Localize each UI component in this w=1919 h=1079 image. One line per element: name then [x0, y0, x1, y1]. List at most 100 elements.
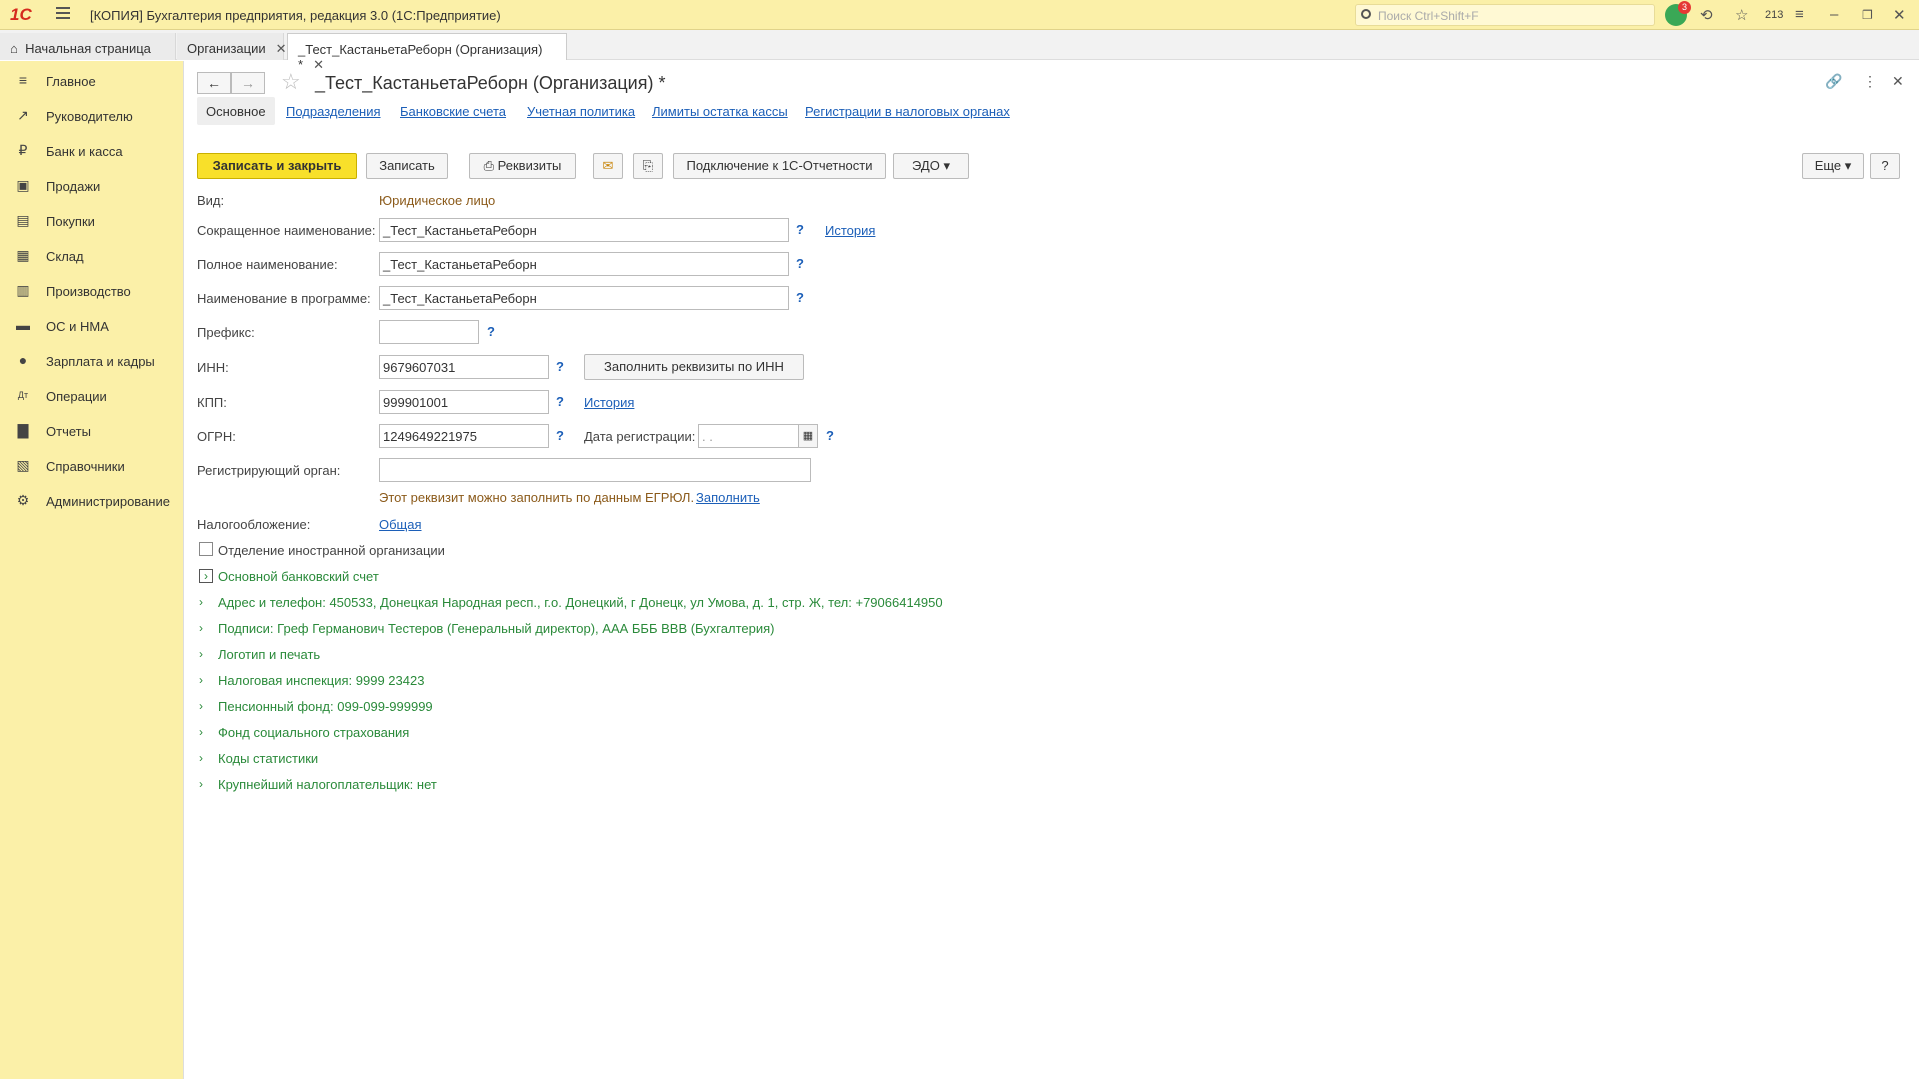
group-largest-taxpayer[interactable]: Крупнейший налогоплательщик: нет: [218, 777, 437, 792]
email-button[interactable]: ✉: [593, 153, 623, 179]
egrul-fill-link[interactable]: Заполнить: [696, 490, 760, 505]
save-button[interactable]: Записать: [366, 153, 448, 179]
sidebar-item-main[interactable]: ≡ Главное: [0, 66, 184, 96]
main-menu-icon[interactable]: [56, 7, 70, 19]
tab-organization-form[interactable]: _Тест_КастаньетаРеборн (Организация) * ✕: [287, 33, 567, 72]
tab-departments[interactable]: Подразделения: [286, 97, 381, 125]
help-icon[interactable]: ?: [556, 428, 564, 443]
program-name-field[interactable]: _Тест_КастаньетаРеборн: [379, 286, 789, 310]
expand-icon[interactable]: ›: [199, 647, 203, 661]
tab-organizations[interactable]: Организации ✕: [177, 33, 287, 60]
tab-bank-accounts[interactable]: Банковские счета: [400, 97, 506, 125]
group-stat-codes[interactable]: Коды статистики: [218, 751, 318, 766]
sidebar: ≡ Главное ↗ Руководителю ₽ Банк и касса ▣ Пр…: [0, 61, 184, 1079]
kpp-field[interactable]: 999901001: [379, 390, 549, 414]
foreign-branch-checkbox[interactable]: [199, 542, 213, 556]
tab-accounting-policy[interactable]: Учетная политика: [527, 97, 635, 125]
expand-icon[interactable]: ›: [199, 777, 203, 791]
save-and-close-button[interactable]: Записать и закрыть: [197, 153, 357, 179]
sidebar-item-purchases[interactable]: ▤ Покупки: [0, 206, 184, 236]
tab-cash-limits[interactable]: Лимиты остатка кассы: [652, 97, 788, 125]
help-icon[interactable]: ?: [487, 324, 495, 339]
prefix-label: Префикс:: [197, 325, 255, 340]
sidebar-item-warehouse[interactable]: ▦ Склад: [0, 241, 184, 271]
tab-home[interactable]: ⌂ Начальная страница: [0, 33, 176, 60]
close-form-icon[interactable]: ✕: [1892, 73, 1904, 90]
group-pension-fund[interactable]: Пенсионный фонд: 099-099-999999: [218, 699, 433, 714]
sidebar-item-operations[interactable]: Дт Операции: [0, 381, 184, 411]
expand-icon[interactable]: ›: [199, 751, 203, 765]
close-tab-icon[interactable]: ✕: [276, 41, 287, 56]
favorite-star-icon[interactable]: ☆: [281, 69, 301, 95]
sidebar-item-admin[interactable]: ⚙ Администрирование: [0, 486, 184, 516]
help-button[interactable]: ?: [1870, 153, 1900, 179]
settings-list-icon[interactable]: ≡: [1795, 6, 1804, 23]
sidebar-item-bank[interactable]: ₽ Банк и касса: [0, 136, 184, 166]
more-button[interactable]: Еще ▾: [1802, 153, 1864, 179]
expand-icon[interactable]: ›: [199, 569, 213, 583]
tab-main[interactable]: Основное: [197, 97, 275, 125]
printer-icon: ⎙: [483, 158, 495, 173]
kpp-history-link[interactable]: История: [584, 395, 634, 410]
dropdown-icon: ▾: [943, 158, 950, 173]
back-button[interactable]: ←: [197, 72, 231, 94]
minimize-icon[interactable]: –: [1830, 6, 1838, 23]
expand-icon[interactable]: ›: [199, 595, 203, 609]
group-logo[interactable]: Логотип и печать: [218, 647, 320, 662]
group-bank-account[interactable]: Основной банковский счет: [218, 569, 379, 584]
group-tax-inspection[interactable]: Налоговая инспекция: 9999 23423: [218, 673, 424, 688]
full-name-field[interactable]: _Тест_КастаньетаРеборн: [379, 252, 789, 276]
forward-button[interactable]: →: [231, 72, 265, 94]
close-window-icon[interactable]: ✕: [1893, 6, 1906, 24]
sidebar-item-production[interactable]: ▥ Производство: [0, 276, 184, 306]
dropdown-icon: ▾: [1844, 158, 1852, 173]
sidebar-item-assets[interactable]: ▬ ОС и НМА: [0, 311, 184, 341]
expand-icon[interactable]: ›: [199, 621, 203, 635]
help-icon[interactable]: ?: [556, 359, 564, 374]
taxation-link[interactable]: Общая: [379, 517, 422, 532]
cart-icon: ▤: [16, 212, 30, 228]
sidebar-item-salary[interactable]: ● Зарплата и кадры: [0, 346, 184, 376]
notifications-badge: 3: [1678, 1, 1691, 14]
help-icon[interactable]: ?: [796, 222, 804, 237]
sidebar-item-sales[interactable]: ▣ Продажи: [0, 171, 184, 201]
prefix-field[interactable]: [379, 320, 479, 344]
person-icon: ●: [18, 352, 28, 368]
edo-button[interactable]: ЭДО ▾: [893, 153, 969, 179]
restore-icon[interactable]: ❐: [1862, 8, 1873, 22]
fill-by-inn-button[interactable]: Заполнить реквизиты по ИНН: [584, 354, 804, 380]
requisites-button[interactable]: ⎙ Реквизиты: [469, 153, 576, 179]
expand-icon[interactable]: ›: [199, 673, 203, 687]
expand-icon[interactable]: ›: [199, 699, 203, 713]
favorites-icon[interactable]: ☆: [1735, 6, 1748, 24]
help-icon[interactable]: ?: [556, 394, 564, 409]
search-input[interactable]: Поиск Ctrl+Shift+F: [1355, 4, 1655, 26]
sidebar-item-manager[interactable]: ↗ Руководителю: [0, 101, 184, 131]
link-icon[interactable]: 🔗: [1825, 73, 1842, 90]
dtkt-icon: Дт: [17, 390, 29, 400]
short-name-history-link[interactable]: История: [825, 223, 875, 238]
help-icon[interactable]: ?: [796, 256, 804, 271]
connect-reporting-button[interactable]: Подключение к 1С-Отчетности: [673, 153, 886, 179]
history-icon[interactable]: ⟲: [1700, 6, 1713, 24]
foreign-branch-label: Отделение иностранной организации: [218, 543, 445, 558]
gear-icon: ⚙: [16, 492, 30, 508]
ogrn-field[interactable]: 1249649221975: [379, 424, 549, 448]
group-address[interactable]: Адрес и телефон: 450533, Донецкая Народн…: [218, 595, 943, 610]
inn-field[interactable]: 9679607031: [379, 355, 549, 379]
more-actions-icon[interactable]: ⋮: [1863, 73, 1877, 90]
kind-label: Вид:: [197, 193, 225, 208]
expand-icon[interactable]: ›: [199, 725, 203, 739]
reg-organ-field[interactable]: [379, 458, 811, 482]
short-name-field[interactable]: _Тест_КастаньетаРеборн: [379, 218, 789, 242]
group-social-insurance[interactable]: Фонд социального страхования: [218, 725, 409, 740]
reg-date-field[interactable]: . .: [698, 424, 800, 448]
calendar-icon[interactable]: ▦: [798, 424, 818, 448]
sidebar-item-reports[interactable]: ▇ Отчеты: [0, 416, 184, 446]
tab-tax-registrations[interactable]: Регистрации в налоговых органах: [805, 97, 1010, 125]
sidebar-item-directories[interactable]: ▧ Справочники: [0, 451, 184, 481]
help-icon[interactable]: ?: [796, 290, 804, 305]
attach-button[interactable]: ⎘: [633, 153, 663, 179]
help-icon[interactable]: ?: [826, 428, 834, 443]
group-signatures[interactable]: Подписи: Греф Германович Тестеров (Генер…: [218, 621, 774, 636]
